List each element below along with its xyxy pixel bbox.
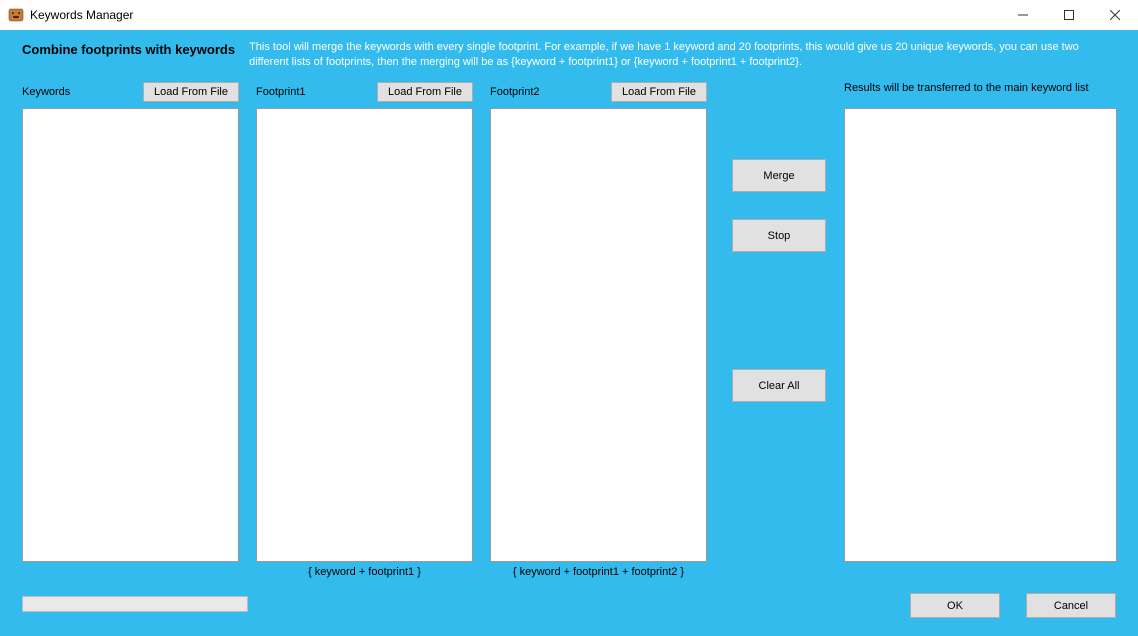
maximize-button[interactable] [1046, 0, 1092, 30]
footprint1-header: Footprint1 Load From File [256, 80, 473, 104]
cancel-button[interactable]: Cancel [1026, 593, 1116, 618]
footprint2-label: Footprint2 [490, 86, 540, 98]
window-controls [1000, 0, 1138, 30]
footprint1-input[interactable] [256, 108, 473, 562]
titlebar: Keywords Manager [0, 0, 1138, 30]
clear-all-button[interactable]: Clear All [732, 369, 826, 402]
footprint1-subcaption: { keyword + footprint1 } [256, 566, 473, 578]
footprint1-load-button[interactable]: Load From File [377, 82, 473, 102]
footprint1-column: Footprint1 Load From File { keyword + fo… [256, 108, 473, 567]
footprint2-input[interactable] [490, 108, 707, 562]
footprint2-column: Footprint2 Load From File { keyword + fo… [490, 108, 707, 567]
footprint2-header: Footprint2 Load From File [490, 80, 707, 104]
columns-area: Keywords Load From File Footprint1 Load … [22, 108, 1116, 578]
keywords-load-button[interactable]: Load From File [143, 82, 239, 102]
ok-button[interactable]: OK [910, 593, 1000, 618]
page-description: This tool will merge the keywords with e… [249, 40, 1116, 70]
header: Combine footprints with keywords This to… [0, 30, 1138, 76]
keywords-input[interactable] [22, 108, 239, 562]
window-title: Keywords Manager [30, 8, 133, 22]
keywords-header: Keywords Load From File [22, 80, 239, 104]
app-icon [8, 7, 24, 23]
keywords-column: Keywords Load From File [22, 108, 239, 567]
progress-bar [22, 596, 248, 612]
bottom-buttons: OK Cancel [910, 593, 1116, 618]
footprint1-label: Footprint1 [256, 86, 306, 98]
results-label: Results will be transferred to the main … [844, 82, 1089, 94]
results-output[interactable] [844, 108, 1117, 562]
results-column: Results will be transferred to the main … [844, 108, 1117, 567]
page-title: Combine footprints with keywords [22, 40, 249, 57]
stop-button[interactable]: Stop [732, 219, 826, 252]
merge-button[interactable]: Merge [732, 159, 826, 192]
footprint2-load-button[interactable]: Load From File [611, 82, 707, 102]
close-button[interactable] [1092, 0, 1138, 30]
keywords-label: Keywords [22, 86, 70, 98]
actions-column: Merge Stop Clear All [732, 159, 826, 402]
footprint2-subcaption: { keyword + footprint1 + footprint2 } [490, 566, 707, 578]
content-area: Combine footprints with keywords This to… [0, 30, 1138, 636]
minimize-button[interactable] [1000, 0, 1046, 30]
